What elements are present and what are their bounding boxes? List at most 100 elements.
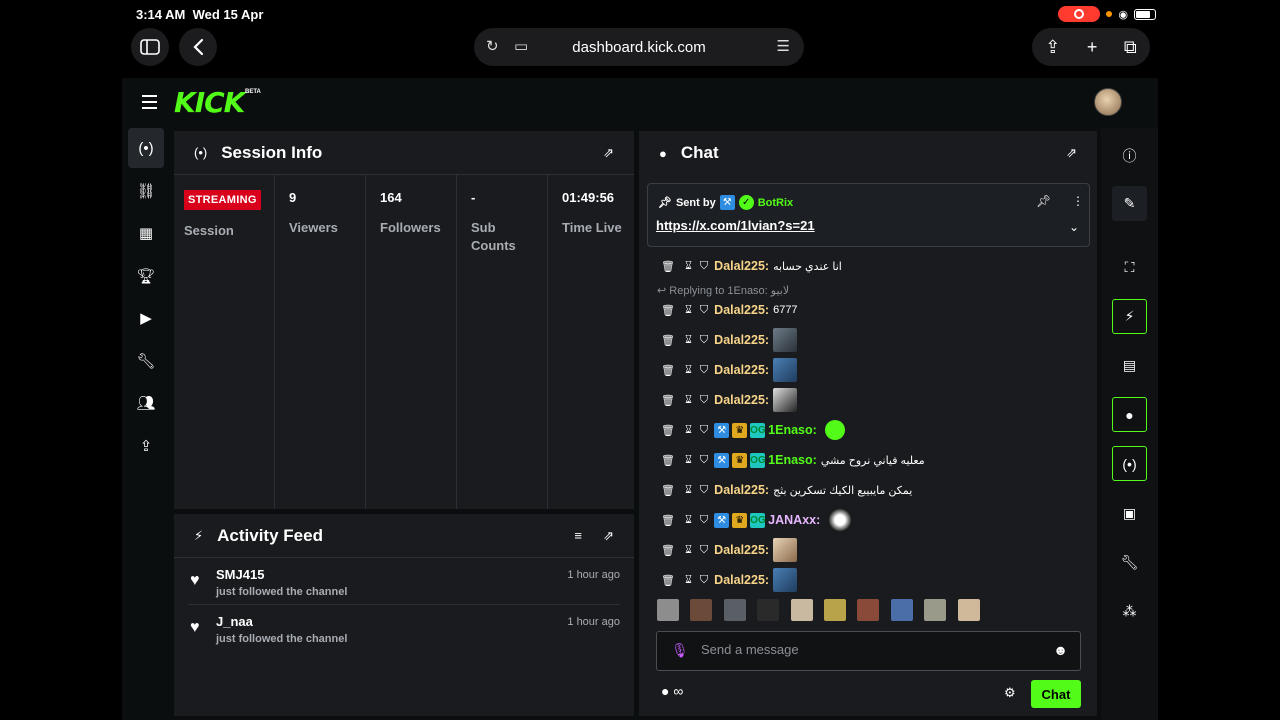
microphone-icon[interactable]: 🎙︎ — [671, 642, 689, 659]
new-tab-icon[interactable]: + — [1087, 37, 1098, 58]
mod-actions: 🗑︎ ⌛︎ — [661, 454, 692, 467]
emote-option[interactable] — [823, 599, 846, 621]
video-icon[interactable]: ▶ — [128, 298, 164, 338]
stat-value: 164 — [380, 190, 402, 205]
timeout-icon[interactable]: ⌛︎ — [685, 394, 692, 407]
tabs-icon[interactable]: ⧉ — [1124, 37, 1137, 58]
delete-icon[interactable]: 🗑︎ — [661, 424, 675, 437]
crown-badge-icon: ♛ — [732, 452, 748, 468]
sidebar-toggle-icon[interactable] — [131, 28, 169, 66]
menu-icon[interactable] — [142, 95, 157, 113]
pinned-author[interactable]: BotRix — [758, 197, 793, 209]
delete-icon[interactable]: 🗑︎ — [661, 514, 675, 527]
chat-username[interactable]: Dalal225: — [714, 333, 769, 347]
chat-username[interactable]: JANAxx: — [768, 513, 820, 527]
emote-option[interactable] — [657, 599, 679, 621]
chat-username[interactable]: Dalal225: — [714, 543, 769, 557]
chat-username[interactable]: Dalal225: — [714, 259, 769, 273]
wrench-icon[interactable]: 🔧︎ — [1112, 545, 1147, 580]
status-icons: ◉ — [1058, 6, 1156, 22]
broadcast-icon[interactable]: (•) — [1112, 446, 1147, 481]
notes-icon[interactable]: ▤ — [1112, 348, 1147, 383]
emote-option[interactable] — [690, 599, 713, 621]
emoji-icon[interactable]: ☻ — [1053, 642, 1068, 658]
back-icon[interactable] — [179, 28, 217, 66]
upload-icon[interactable]: ⇪ — [128, 426, 164, 466]
timeout-icon[interactable]: ⌛︎ — [685, 334, 692, 347]
emote-option[interactable] — [957, 599, 980, 621]
share-icon[interactable]: ⇪ — [1045, 37, 1060, 58]
reader-icon[interactable]: ☰ — [777, 37, 790, 55]
delete-icon[interactable]: 🗑︎ — [661, 574, 675, 587]
chevron-down-icon[interactable]: ⌄ — [1069, 220, 1079, 234]
wrench-icon[interactable]: 🔧︎ — [128, 341, 164, 381]
delete-icon[interactable]: 🗑︎ — [661, 454, 675, 467]
popout-icon[interactable]: ⇗ — [603, 528, 614, 544]
delete-icon[interactable]: 🗑︎ — [661, 334, 675, 347]
chat-username[interactable]: 1Enaso: — [768, 453, 817, 467]
send-chat-button[interactable]: Chat — [1031, 680, 1081, 708]
delete-icon[interactable]: 🗑︎ — [661, 484, 675, 497]
link-icon[interactable]: ⛓ — [128, 171, 164, 211]
popout-icon[interactable]: ⇗ — [1066, 145, 1077, 161]
mic-indicator-icon — [1106, 11, 1113, 17]
chat-text: انا عندي حسابه — [773, 260, 842, 273]
avatar[interactable] — [1094, 88, 1122, 116]
trophy-icon[interactable]: 🏆︎ — [128, 256, 164, 296]
users-icon[interactable]: 👥︎ — [128, 383, 164, 423]
chat-username[interactable]: Dalal225: — [714, 573, 769, 587]
chat-username[interactable]: 1Enaso: — [768, 423, 817, 437]
timeout-icon[interactable]: ⌛︎ — [685, 484, 692, 497]
timeout-icon[interactable]: ⌛︎ — [685, 260, 692, 273]
broadcast-icon[interactable]: (•) — [128, 128, 164, 168]
apps-icon[interactable]: ⁂ — [1112, 594, 1147, 629]
screenshot-icon[interactable]: ⛶ — [1112, 250, 1147, 285]
delete-icon[interactable]: 🗑︎ — [661, 304, 675, 317]
emote-option[interactable] — [890, 599, 913, 621]
popout-icon[interactable]: ⇗ — [603, 145, 614, 161]
bot-icon[interactable]: ● — [661, 683, 669, 699]
chat-username[interactable]: Dalal225: — [714, 303, 769, 317]
mod-actions: 🗑︎ ⌛︎ — [661, 364, 692, 377]
info-icon[interactable]: ⓘ — [1112, 138, 1147, 173]
chat-username[interactable]: Dalal225: — [714, 363, 769, 377]
timeout-icon[interactable]: ⌛︎ — [685, 364, 692, 377]
timeout-icon[interactable]: ⌛︎ — [685, 514, 692, 527]
panel-title: Session Info — [221, 142, 323, 162]
emote-option[interactable] — [790, 599, 813, 621]
panel-title: Chat — [680, 143, 719, 162]
timeout-icon[interactable]: ⌛︎ — [685, 544, 692, 557]
kick-logo[interactable]: KICK — [174, 86, 245, 119]
filter-icon[interactable]: ≡ — [574, 528, 582, 543]
delete-icon[interactable]: 🗑︎ — [661, 364, 675, 377]
activity-user[interactable]: SMJ415 — [216, 567, 264, 582]
timeout-icon[interactable]: ⌛︎ — [685, 454, 692, 467]
analytics-icon[interactable]: ▦ — [128, 213, 164, 253]
timeout-icon[interactable]: ⌛︎ — [685, 574, 692, 587]
delete-icon[interactable]: 🗑︎ — [661, 394, 675, 407]
gear-icon[interactable]: ⚙ — [1004, 685, 1016, 701]
emote-option[interactable] — [723, 599, 746, 621]
chat-bubble-icon[interactable]: ● — [1112, 397, 1147, 432]
delete-icon[interactable]: 🗑︎ — [661, 260, 675, 273]
chat-message-input[interactable] — [701, 642, 1021, 657]
pinned-link[interactable]: https://x.com/1lvian?s=21 — [656, 218, 815, 233]
activity-user[interactable]: J_naa — [216, 614, 253, 629]
timeout-icon[interactable]: ⌛︎ — [685, 304, 692, 317]
timeout-icon[interactable]: ⌛︎ — [685, 424, 692, 437]
emote-option[interactable] — [857, 599, 880, 621]
more-options-icon[interactable]: ⋮ — [1072, 194, 1084, 208]
emote-option[interactable] — [924, 599, 947, 621]
pinned-message: 📌︎ Sent by ⚒ ✓ BotRix https://x.com/1lvi… — [647, 183, 1090, 247]
unpin-icon[interactable]: 📌︎ — [1036, 194, 1051, 208]
edit-icon[interactable]: ✎ — [1112, 186, 1147, 221]
delete-icon[interactable]: 🗑︎ — [661, 544, 675, 557]
address-bar[interactable]: ↻ ▭ dashboard.kick.com ☰ — [474, 28, 804, 66]
layout-icon[interactable]: ▣ — [1112, 496, 1147, 531]
emote-option[interactable] — [757, 599, 780, 621]
lightning-icon[interactable]: ⚡︎ — [1112, 299, 1147, 334]
chat-message: 🗑︎ ⌛︎ ⛉ Dalal225: — [661, 385, 798, 415]
mod-actions: 🗑︎ ⌛︎ — [661, 484, 692, 497]
chat-username[interactable]: Dalal225: — [714, 483, 769, 497]
chat-username[interactable]: Dalal225: — [714, 393, 769, 407]
